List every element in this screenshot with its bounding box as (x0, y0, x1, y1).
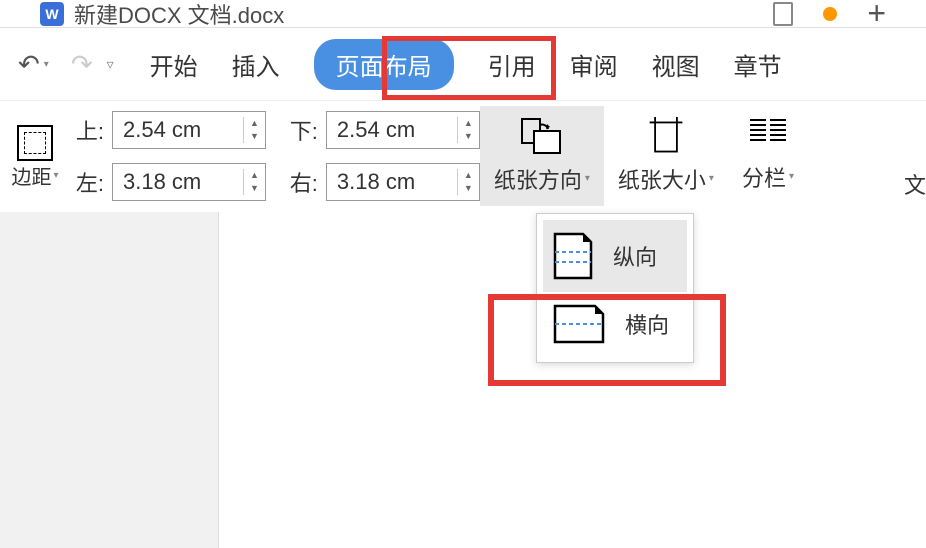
margin-right-label: 右: (284, 166, 318, 198)
margins-label: 边距 (11, 161, 51, 190)
spinner-up-icon[interactable]: ▲ (458, 117, 479, 130)
margin-bottom-input[interactable]: ▲ ▼ (326, 111, 480, 149)
tab-insert[interactable]: 插入 (232, 47, 280, 82)
undo-button[interactable]: ↶ ▾ (10, 49, 57, 80)
tab-reference[interactable]: 引用 (488, 47, 536, 82)
margin-top-label: 上: (70, 114, 104, 146)
orientation-button[interactable]: 纸张方向 ▾ (480, 106, 604, 206)
portrait-page-icon (551, 230, 595, 282)
spinner-up-icon[interactable]: ▲ (244, 169, 265, 182)
margins-button[interactable]: 边距 ▾ (0, 121, 70, 190)
undo-icon: ↶ (18, 49, 40, 80)
margin-top-input[interactable]: ▲ ▼ (112, 111, 266, 149)
ribbon-tabs: 开始 插入 页面布局 引用 审阅 视图 章节 (120, 39, 782, 90)
margin-left-field[interactable] (113, 169, 243, 195)
new-tab-icon[interactable]: + (867, 0, 886, 32)
redo-icon: ↷ (71, 49, 93, 80)
toolbar: ↶ ▾ ↷ ▿ 开始 插入 页面布局 引用 审阅 视图 章节 (0, 28, 926, 100)
margin-bottom-field[interactable] (327, 117, 457, 143)
caret-down-icon: ▾ (789, 171, 794, 182)
spinner-up-icon[interactable]: ▲ (244, 117, 265, 130)
columns-label: 分栏 (742, 161, 786, 193)
dropdown-item-landscape[interactable]: 横向 (543, 292, 687, 356)
margin-top-field[interactable] (113, 117, 243, 143)
tab-view[interactable]: 视图 (652, 47, 700, 82)
dropdown-item-portrait[interactable]: 纵向 (543, 220, 687, 292)
columns-button[interactable]: 分栏 ▾ (728, 106, 808, 206)
tab-chapter[interactable]: 章节 (734, 47, 782, 82)
caret-down-icon: ▾ (709, 173, 714, 184)
customize-toolbar-icon[interactable]: ▿ (107, 56, 114, 73)
spinner-down-icon[interactable]: ▼ (458, 182, 479, 195)
redo-button[interactable]: ↷ (63, 49, 101, 80)
ribbon: 边距 ▾ 上: ▲ ▼ 下: ▲ (0, 100, 926, 210)
spinner-down-icon[interactable]: ▼ (458, 130, 479, 143)
spinner-up-icon[interactable]: ▲ (458, 169, 479, 182)
paper-size-icon (644, 117, 688, 157)
caret-down-icon: ▾ (585, 173, 590, 184)
caret-down-icon: ▾ (44, 59, 49, 70)
notification-dot-icon[interactable] (823, 7, 837, 21)
margin-left-input[interactable]: ▲ ▼ (112, 163, 266, 201)
portrait-label: 纵向 (613, 240, 657, 272)
canvas-gutter (0, 212, 218, 548)
caret-down-icon: ▾ (53, 170, 58, 181)
landscape-page-icon (551, 302, 607, 346)
document-title: 新建DOCX 文档.docx (74, 0, 284, 30)
orientation-icon (520, 117, 564, 157)
orientation-dropdown: 纵向 横向 (536, 213, 694, 363)
margins-icon (17, 125, 53, 161)
margin-inputs: 上: ▲ ▼ 下: ▲ ▼ (70, 107, 480, 205)
paper-size-button[interactable]: 纸张大小 ▾ (604, 106, 728, 206)
tab-start[interactable]: 开始 (150, 47, 198, 82)
margin-right-input[interactable]: ▲ ▼ (326, 163, 480, 201)
spinner-down-icon[interactable]: ▼ (244, 130, 265, 143)
paper-size-label: 纸张大小 (618, 163, 706, 195)
tab-review[interactable]: 审阅 (570, 47, 618, 82)
spinner-down-icon[interactable]: ▼ (244, 182, 265, 195)
margin-left-label: 左: (70, 166, 104, 198)
landscape-label: 横向 (625, 308, 669, 340)
text-direction-partial-label: 文 (904, 168, 926, 200)
tab-page-layout[interactable]: 页面布局 (314, 39, 454, 90)
margin-bottom-label: 下: (284, 114, 318, 146)
document-icon: W (40, 2, 64, 26)
presentation-icon[interactable] (773, 2, 793, 26)
titlebar: W 新建DOCX 文档.docx + (0, 0, 926, 28)
orientation-label: 纸张方向 (494, 163, 582, 195)
margin-right-field[interactable] (327, 169, 457, 195)
columns-icon (750, 119, 786, 155)
